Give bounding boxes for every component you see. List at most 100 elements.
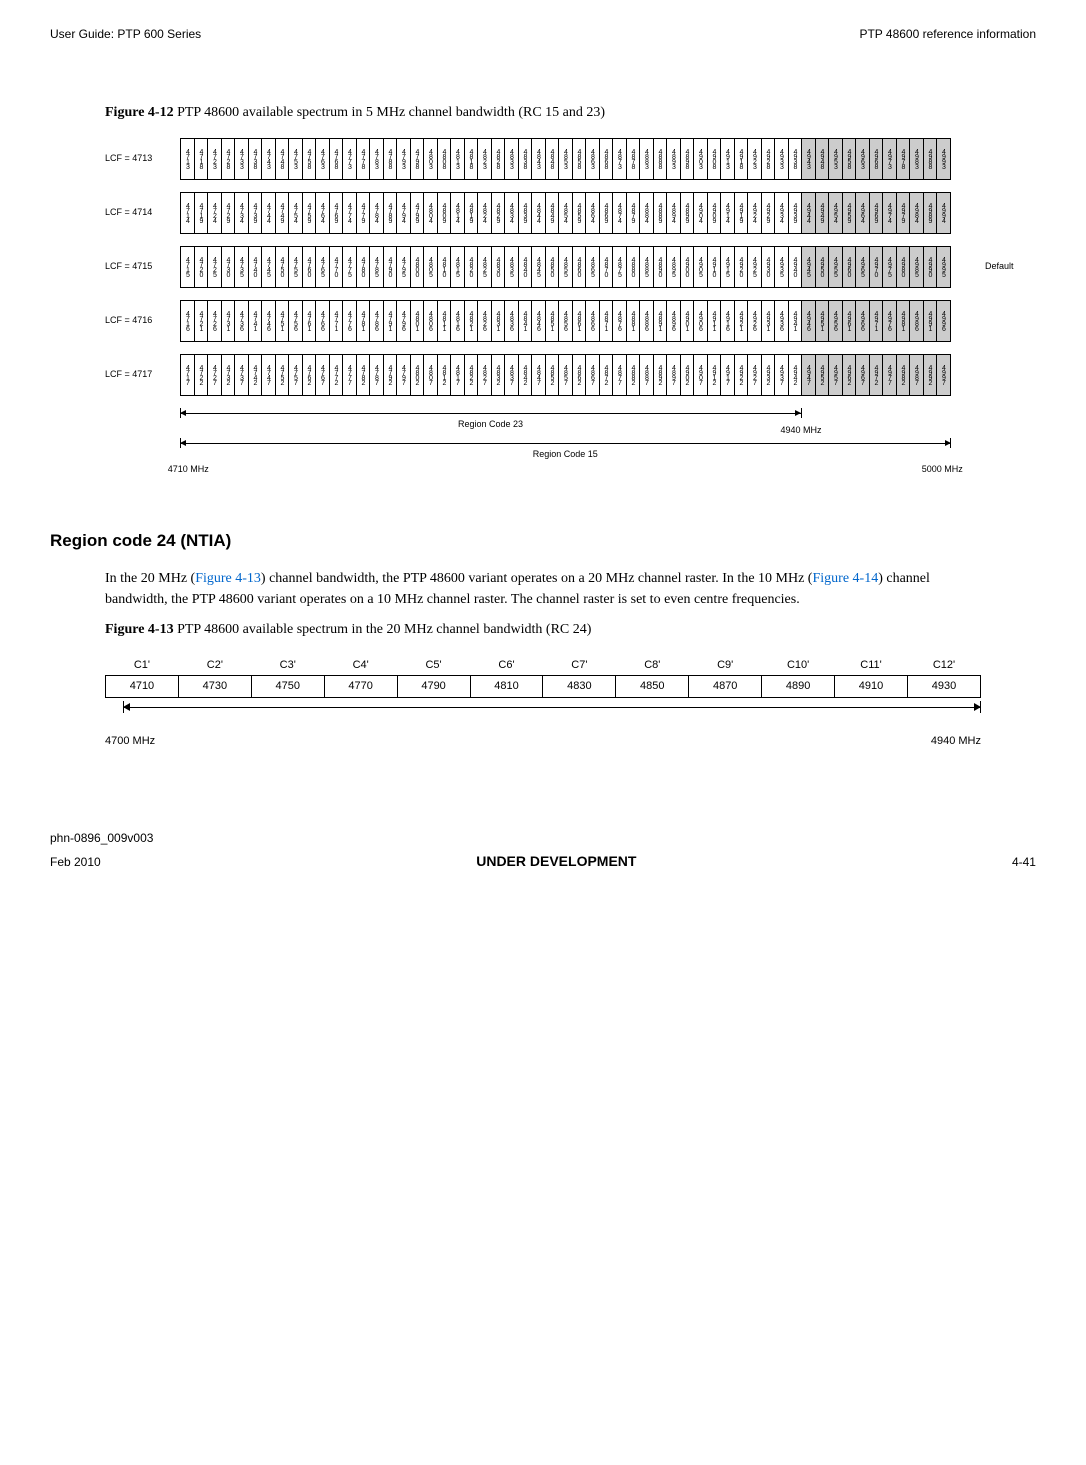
channel-cell: 4950 [815, 247, 829, 287]
table-value-cell: 4770 [324, 676, 397, 698]
channel-cell: 4805 [423, 247, 437, 287]
channel-cell: 4790 [383, 247, 397, 287]
channel-cell: 4854 [558, 193, 572, 233]
channel-cell: 4963 [855, 139, 869, 179]
channel-cell: 4875 [612, 247, 626, 287]
channel-cell: 4968 [869, 139, 883, 179]
channel-cell: 4856 [558, 301, 572, 341]
channel-cell: 4890 [653, 247, 667, 287]
channel-cell: 4981 [896, 301, 910, 341]
channel-cell: 4868 [599, 139, 613, 179]
channel-cell: 4996 [936, 301, 950, 341]
channel-cell: 4792 [383, 355, 397, 395]
channel-cell: 4742 [248, 355, 262, 395]
channel-cell: 4897 [666, 355, 680, 395]
channel-cell: 4718 [194, 139, 208, 179]
channel-cell: 4946 [801, 301, 815, 341]
table-header-cell: C3' [251, 655, 324, 676]
channel-cell: 4722 [194, 355, 208, 395]
channel-cell: 4816 [450, 301, 464, 341]
channel-cell: 4721 [194, 301, 208, 341]
channel-cell: 4930 [761, 247, 775, 287]
channel-cell: 4960 [842, 247, 856, 287]
channel-cell: 4888 [653, 139, 667, 179]
channel-cell: 4982 [896, 355, 910, 395]
channel-strip: 4717472247274732473747424747475247574762… [180, 354, 951, 396]
channel-cell: 4880 [626, 247, 640, 287]
lcf-label: LCF = 4717 [105, 368, 180, 382]
channel-cell: 4730 [221, 247, 235, 287]
channel-cell: 4773 [342, 139, 356, 179]
channel-cell: 4737 [234, 355, 248, 395]
channel-cell: 4804 [423, 193, 437, 233]
figure-4-12-chart: LCF = 4713471347184723472847334738474347… [105, 138, 981, 478]
channel-cell: 4794 [396, 193, 410, 233]
channel-cell: 4987 [909, 355, 923, 395]
table-header-cell: C2' [178, 655, 251, 676]
channel-cell: 4786 [369, 301, 383, 341]
axis-labels: 4700 MHz 4940 MHz [105, 733, 981, 750]
channel-cell: 4899 [680, 193, 694, 233]
lcf-label: LCF = 4715 [105, 260, 180, 274]
region-23-label: Region Code 23 [458, 418, 523, 432]
channel-cell: 4766 [315, 301, 329, 341]
footer-status: UNDER DEVELOPMENT [476, 851, 636, 872]
channel-cell: 4814 [450, 193, 464, 233]
channel-cell: 4752 [275, 355, 289, 395]
figure-number: Figure 4-12 [105, 105, 174, 120]
channel-strip: 4716472147264731473647414746475147564761… [180, 300, 951, 342]
table-header-cell: C12' [907, 655, 980, 676]
footer-page: 4-41 [1012, 853, 1036, 871]
channel-cell: 4795 [396, 247, 410, 287]
channel-cell: 4947 [801, 355, 815, 395]
channel-cell: 4904 [693, 193, 707, 233]
channel-cell: 4855 [558, 247, 572, 287]
channel-cell: 4750 [275, 247, 289, 287]
channel-cell: 4818 [464, 139, 478, 179]
channel-cell: 4886 [639, 301, 653, 341]
channel-cell: 4740 [248, 247, 262, 287]
channel-cell: 4812 [437, 355, 451, 395]
channel-cell: 4926 [747, 301, 761, 341]
channel-cell: 4869 [599, 193, 613, 233]
channel-cell: 4716 [180, 301, 194, 341]
channel-cell: 4717 [180, 355, 194, 395]
channel-cell: 4900 [680, 247, 694, 287]
table-header-cell: C6' [470, 655, 543, 676]
channel-cell: 4894 [666, 193, 680, 233]
table-value-cell: 4710 [106, 676, 179, 698]
channel-cell: 4938 [788, 139, 802, 179]
channel-cell: 4861 [572, 301, 586, 341]
figure-4-13-link[interactable]: Figure 4-13 [195, 571, 261, 586]
channel-cell: 4741 [248, 301, 262, 341]
channel-cell: 4822 [464, 355, 478, 395]
channel-cell: 4932 [761, 355, 775, 395]
figure-4-14-link[interactable]: Figure 4-14 [812, 571, 878, 586]
channel-cell: 4910 [707, 247, 721, 287]
channel-cell: 4902 [680, 355, 694, 395]
channel-cell: 4956 [828, 301, 842, 341]
header-left: User Guide: PTP 600 Series [50, 25, 201, 43]
channel-cell: 4858 [572, 139, 586, 179]
table-value-cell: 4890 [762, 676, 835, 698]
channel-cell: 4810 [437, 247, 451, 287]
channel-cell: 4973 [882, 139, 896, 179]
channel-cell: 4780 [356, 247, 370, 287]
channel-cell: 4852 [545, 355, 559, 395]
section-paragraph: In the 20 MHz (Figure 4-13) channel band… [105, 568, 981, 610]
table-header-cell: C8' [616, 655, 689, 676]
channel-cell: 4944 [801, 193, 815, 233]
table-header-cell: C5' [397, 655, 470, 676]
channel-cell: 4954 [828, 193, 842, 233]
channel-cell: 4756 [288, 301, 302, 341]
axis-area: Region Code 234940 MHzRegion Code 154710… [105, 408, 981, 478]
channel-cell: 4744 [261, 193, 275, 233]
channel-cell: 4927 [747, 355, 761, 395]
channel-cell: 4879 [626, 193, 640, 233]
channel-cell: 4723 [207, 139, 221, 179]
channel-cell: 4781 [356, 301, 370, 341]
channel-cell: 4943 [801, 139, 815, 179]
channel-cell: 4798 [410, 139, 424, 179]
axis-arrow [105, 702, 981, 727]
figure-caption-text: PTP 48600 available spectrum in the 20 M… [174, 622, 592, 637]
